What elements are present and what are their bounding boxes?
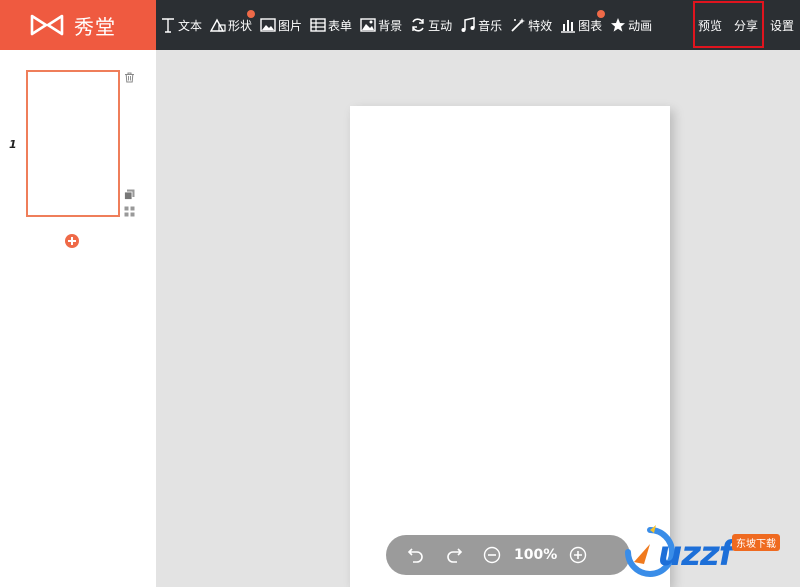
redo-icon (447, 548, 463, 563)
zoom-in-button[interactable] (568, 545, 588, 565)
effects-icon (511, 18, 526, 32)
top-toolbar: 秀堂 文本 形状 图片 表单 背景 互动 音乐 特效 图表 动画 预览 分享 设… (0, 0, 800, 50)
text-icon (162, 18, 174, 33)
tool-shape-label: 形状 (228, 18, 253, 33)
tool-effects[interactable]: 特效 (510, 0, 552, 50)
tool-animation[interactable]: 动画 (610, 0, 652, 50)
zoom-toolbar: 100% (386, 535, 630, 575)
brand-logo[interactable]: 秀堂 (0, 0, 156, 50)
tool-text[interactable]: 文本 (160, 0, 202, 50)
redo-button[interactable] (444, 545, 464, 565)
image-icon (260, 18, 276, 32)
tool-text-label: 文本 (178, 18, 203, 33)
tool-chart[interactable]: 图表 (560, 0, 606, 50)
tool-animation-label: 动画 (628, 18, 653, 33)
tool-background[interactable]: 背景 (360, 0, 402, 50)
new-badge-dot (597, 10, 606, 18)
preview-button[interactable]: 预览 (692, 0, 728, 50)
watermark-badge: 东坡下载 (732, 534, 780, 551)
interact-icon (412, 18, 424, 32)
copy-icon[interactable] (124, 189, 135, 200)
undo-button[interactable] (406, 545, 426, 565)
tool-shape[interactable]: 形状 (210, 0, 256, 50)
editor-canvas-area (156, 50, 800, 587)
shape-icon (210, 18, 226, 32)
bowtie-logo-icon (30, 14, 64, 36)
tool-background-label: 背景 (378, 18, 403, 33)
chart-icon (561, 20, 576, 33)
settings-button[interactable]: 设置 (764, 0, 800, 50)
site-watermark: uzzf 东坡下载 (620, 522, 798, 584)
insert-tools: 文本 形状 图片 表单 背景 互动 音乐 特效 图表 动画 (160, 0, 660, 50)
plus-circle-icon (569, 546, 587, 564)
music-icon (461, 17, 475, 32)
tool-chart-label: 图表 (578, 18, 603, 33)
tool-image[interactable]: 图片 (260, 0, 302, 50)
page-thumbnail[interactable] (26, 70, 120, 217)
tool-effects-label: 特效 (528, 18, 553, 33)
zoom-level: 100% (514, 547, 558, 563)
tool-music[interactable]: 音乐 (460, 0, 502, 50)
watermark-text: uzzf (658, 534, 734, 574)
tool-form[interactable]: 表单 (310, 0, 352, 50)
trash-icon[interactable] (124, 72, 135, 83)
drag-handle-icon[interactable] (124, 206, 135, 217)
page-canvas[interactable] (350, 106, 670, 587)
brand-name: 秀堂 (74, 14, 116, 39)
tool-form-label: 表单 (328, 18, 353, 33)
tool-music-label: 音乐 (478, 18, 503, 33)
tool-interact-label: 互动 (428, 18, 453, 33)
page-number: 1 (9, 138, 17, 151)
form-icon (310, 18, 326, 32)
add-page-button[interactable] (65, 234, 79, 248)
background-icon (360, 18, 376, 32)
tool-interact[interactable]: 互动 (410, 0, 452, 50)
new-badge-dot (247, 10, 256, 18)
header-actions: 预览 分享 设置 (692, 0, 800, 50)
star-icon (611, 18, 626, 32)
undo-icon (407, 548, 423, 563)
tool-image-label: 图片 (278, 18, 303, 33)
zoom-out-button[interactable] (482, 545, 502, 565)
minus-circle-icon (483, 546, 501, 564)
page-list-sidebar: 1 (0, 50, 156, 587)
share-button[interactable]: 分享 (728, 0, 764, 50)
